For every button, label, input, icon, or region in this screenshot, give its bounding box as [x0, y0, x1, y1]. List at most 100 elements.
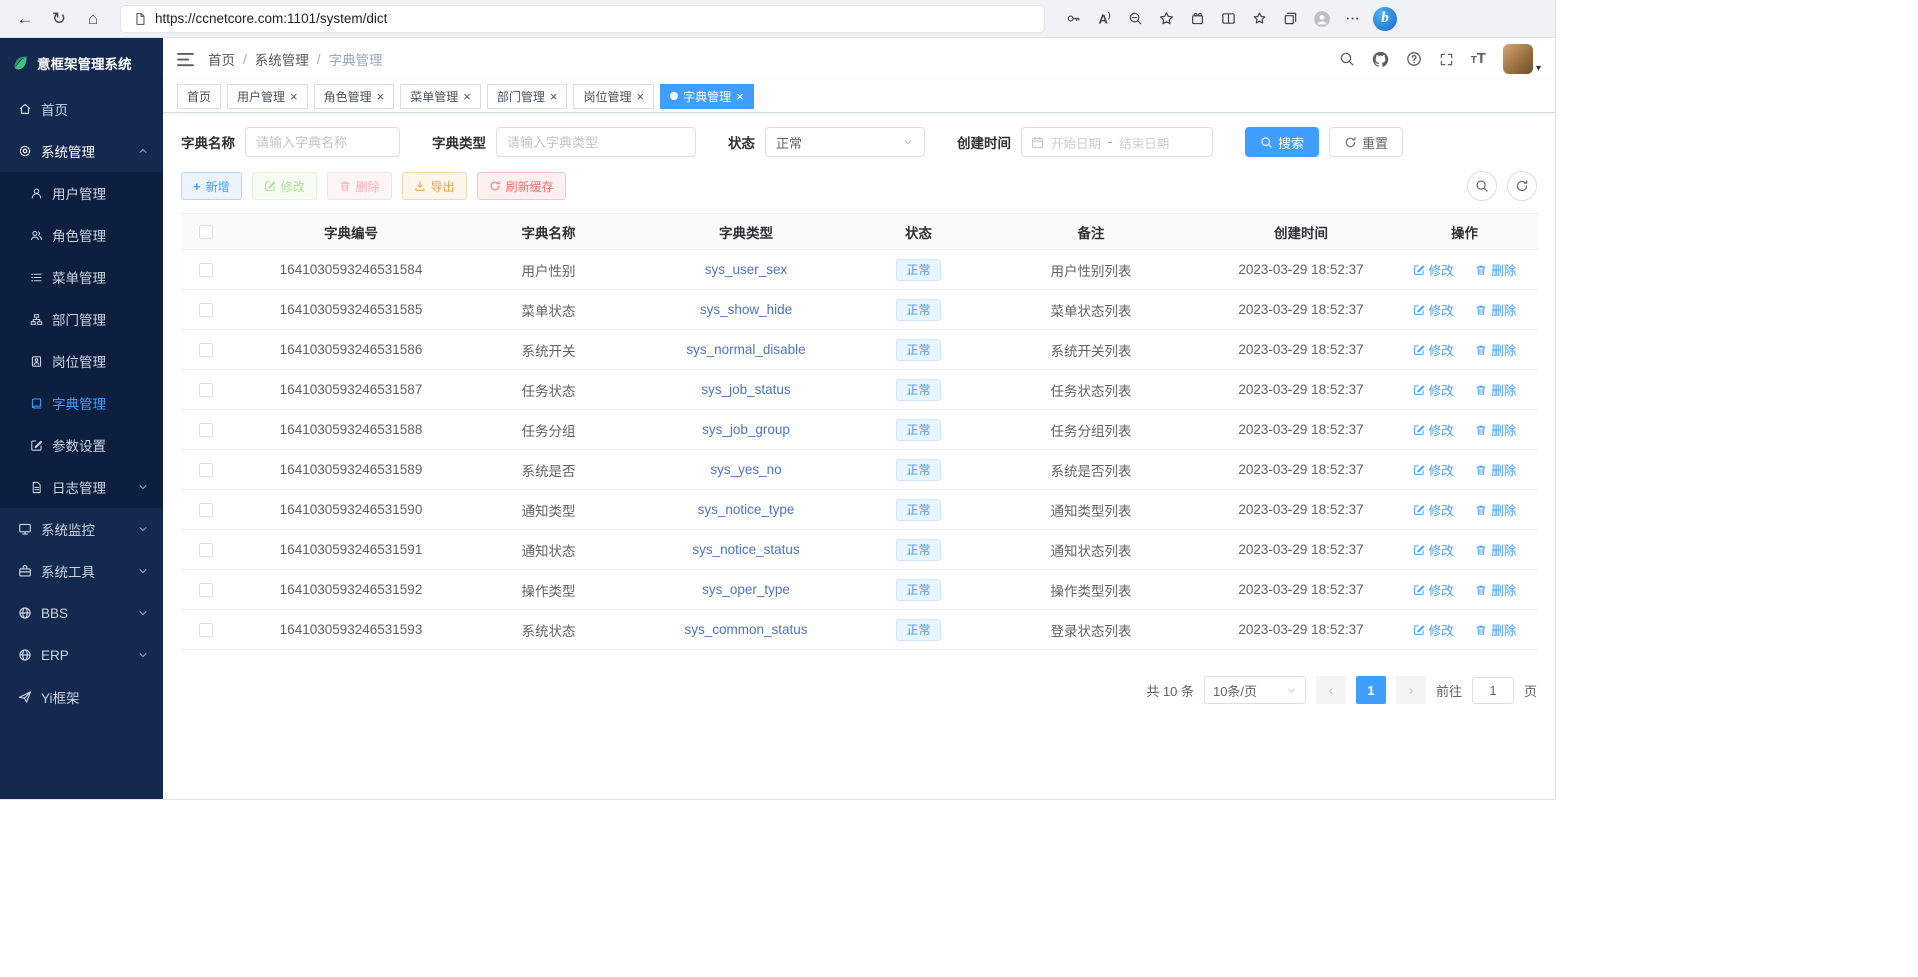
help-icon[interactable] [1406, 51, 1422, 67]
row-edit-link[interactable]: 修改 [1413, 420, 1454, 439]
url-input[interactable] [155, 11, 1032, 26]
close-icon[interactable]: × [636, 90, 644, 103]
row-checkbox[interactable] [199, 263, 213, 277]
row-checkbox[interactable] [199, 383, 213, 397]
tab-dict-mgmt[interactable]: 字典管理× [660, 84, 754, 109]
font-size-icon[interactable]: TT [1471, 50, 1486, 68]
tab-user-mgmt[interactable]: 用户管理× [227, 84, 308, 109]
tab-role-mgmt[interactable]: 角色管理× [314, 84, 395, 109]
refresh-cache-button[interactable]: 刷新缓存 [477, 172, 566, 200]
browser-more-icon[interactable] [1338, 4, 1367, 33]
row-edit-link[interactable]: 修改 [1413, 540, 1454, 559]
row-checkbox[interactable] [199, 623, 213, 637]
page-size-select[interactable]: 10条/页 [1204, 676, 1306, 704]
dict-type-link[interactable]: sys_oper_type [702, 582, 790, 597]
github-icon[interactable] [1372, 51, 1389, 68]
sidebar-toggle-button[interactable] [177, 52, 194, 67]
close-icon[interactable]: × [736, 90, 744, 103]
header-search-icon[interactable] [1339, 51, 1355, 67]
zoom-out-icon[interactable] [1121, 4, 1150, 33]
row-checkbox[interactable] [199, 423, 213, 437]
dict-type-link[interactable]: sys_normal_disable [686, 342, 805, 357]
row-delete-link[interactable]: 删除 [1475, 260, 1516, 279]
row-checkbox[interactable] [199, 343, 213, 357]
sidebar-item-system-tools[interactable]: 系统工具 [0, 550, 163, 592]
split-screen-icon[interactable] [1214, 4, 1243, 33]
breadcrumb-home[interactable]: 首页 [208, 49, 235, 69]
add-button[interactable]: + 新增 [181, 172, 242, 200]
browser-home-button[interactable]: ⌂ [78, 4, 108, 34]
row-delete-link[interactable]: 删除 [1475, 300, 1516, 319]
edit-button[interactable]: 修改 [252, 172, 317, 200]
tab-dept-mgmt[interactable]: 部门管理× [487, 84, 568, 109]
goto-page-input[interactable] [1472, 677, 1514, 704]
row-edit-link[interactable]: 修改 [1413, 500, 1454, 519]
sidebar-item-param-settings[interactable]: 参数设置 [0, 424, 163, 466]
close-icon[interactable]: × [550, 90, 558, 103]
add-favorites-icon[interactable] [1152, 4, 1181, 33]
fullscreen-icon[interactable] [1439, 52, 1454, 67]
sidebar-item-system-mgmt[interactable]: 系统管理 [0, 130, 163, 172]
current-page-button[interactable]: 1 [1356, 676, 1386, 704]
prev-page-button[interactable]: ‹ [1316, 676, 1346, 704]
favorites-bar-icon[interactable] [1245, 4, 1274, 33]
address-bar[interactable] [120, 5, 1045, 33]
password-key-icon[interactable] [1059, 4, 1088, 33]
toggle-search-button[interactable] [1467, 171, 1497, 201]
row-edit-link[interactable]: 修改 [1413, 260, 1454, 279]
tab-home[interactable]: 首页 [177, 84, 221, 109]
dict-type-link[interactable]: sys_notice_type [698, 502, 795, 517]
read-aloud-icon[interactable]: A) [1090, 4, 1119, 33]
row-delete-link[interactable]: 删除 [1475, 380, 1516, 399]
browser-back-button[interactable]: ← [10, 4, 40, 34]
dict-type-link[interactable]: sys_common_status [684, 622, 807, 637]
reset-button[interactable]: 重置 [1329, 127, 1403, 157]
row-checkbox[interactable] [199, 543, 213, 557]
tab-menu-mgmt[interactable]: 菜单管理× [400, 84, 481, 109]
select-all-checkbox[interactable] [199, 225, 213, 239]
browser-refresh-button[interactable]: ↻ [44, 4, 74, 34]
sidebar-item-menu-mgmt[interactable]: 菜单管理 [0, 256, 163, 298]
row-delete-link[interactable]: 删除 [1475, 580, 1516, 599]
search-button[interactable]: 搜索 [1245, 127, 1319, 157]
row-delete-link[interactable]: 删除 [1475, 500, 1516, 519]
row-edit-link[interactable]: 修改 [1413, 460, 1454, 479]
sidebar-item-log-mgmt[interactable]: 日志管理 [0, 466, 163, 508]
refresh-table-button[interactable] [1507, 171, 1537, 201]
sidebar-item-dict-mgmt[interactable]: 字典管理 [0, 382, 163, 424]
sidebar-item-bbs[interactable]: BBS [0, 592, 163, 634]
breadcrumb-system[interactable]: 系统管理 [255, 49, 309, 69]
dict-name-input[interactable] [245, 127, 400, 157]
sidebar-item-system-monitor[interactable]: 系统监控 [0, 508, 163, 550]
row-checkbox[interactable] [199, 503, 213, 517]
dict-type-link[interactable]: sys_show_hide [700, 302, 792, 317]
dict-type-link[interactable]: sys_user_sex [705, 262, 788, 277]
sidebar-item-erp[interactable]: ERP [0, 634, 163, 676]
sidebar-item-post-mgmt[interactable]: 岗位管理 [0, 340, 163, 382]
row-edit-link[interactable]: 修改 [1413, 580, 1454, 599]
row-delete-link[interactable]: 删除 [1475, 460, 1516, 479]
delete-button[interactable]: 删除 [327, 172, 392, 200]
status-select[interactable]: 正常 [765, 127, 925, 157]
end-date-placeholder[interactable]: 结束日期 [1119, 133, 1169, 152]
sidebar-item-home[interactable]: 首页 [0, 88, 163, 130]
user-menu[interactable]: ▾ [1503, 44, 1541, 74]
row-checkbox[interactable] [199, 583, 213, 597]
next-page-button[interactable]: › [1396, 676, 1426, 704]
row-checkbox[interactable] [199, 463, 213, 477]
row-edit-link[interactable]: 修改 [1413, 340, 1454, 359]
app-logo[interactable]: 意框架管理系统 [0, 38, 163, 88]
browser-profile-icon[interactable] [1307, 4, 1336, 33]
row-edit-link[interactable]: 修改 [1413, 380, 1454, 399]
row-checkbox[interactable] [199, 303, 213, 317]
row-delete-link[interactable]: 删除 [1475, 620, 1516, 639]
row-edit-link[interactable]: 修改 [1413, 620, 1454, 639]
row-delete-link[interactable]: 删除 [1475, 340, 1516, 359]
sidebar-item-role-mgmt[interactable]: 角色管理 [0, 214, 163, 256]
tab-post-mgmt[interactable]: 岗位管理× [573, 84, 654, 109]
collections-icon[interactable] [1276, 4, 1305, 33]
sidebar-item-dept-mgmt[interactable]: 部门管理 [0, 298, 163, 340]
close-icon[interactable]: × [463, 90, 471, 103]
dict-type-link[interactable]: sys_yes_no [710, 462, 781, 477]
close-icon[interactable]: × [377, 90, 385, 103]
